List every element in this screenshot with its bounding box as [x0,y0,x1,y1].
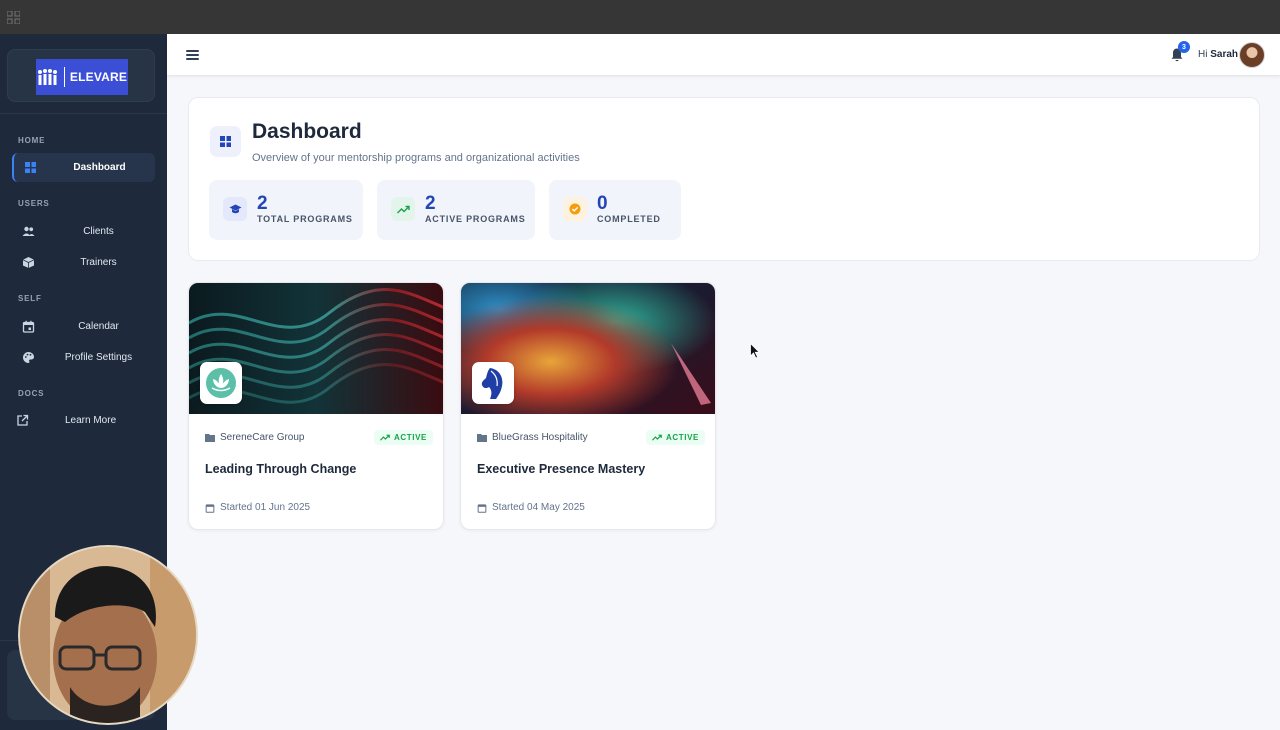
program-organization: BlueGrass Hospitality [477,432,588,443]
page-title: Dashboard [252,120,362,143]
program-start-date: Started 01 Jun 2025 [205,502,310,513]
organization-name: BlueGrass Hospitality [492,432,588,443]
sidebar-item-label: Dashboard [73,162,126,173]
webcam-person-image [20,547,196,723]
box-icon [22,257,35,268]
trending-up-icon [391,197,415,221]
program-title: Leading Through Change [205,462,357,476]
trending-up-icon [652,434,662,441]
user-name: Sarah [1210,49,1239,60]
users-icon [22,226,35,236]
dashboard-icon [25,162,36,173]
stat-value: 0 [597,193,608,214]
status-badge: ACTIVE [646,430,705,445]
section-label-self: SELF [18,294,42,303]
stat-label: TOTAL PROGRAMS [257,214,353,224]
sidebar-item-profile-settings[interactable]: Profile Settings [12,343,155,372]
status-badge: ACTIVE [374,430,433,445]
palette-icon [23,352,34,363]
calendar-icon [205,503,215,513]
sidebar-item-learn-more[interactable]: Learn More [12,406,155,435]
program-start-date: Started 04 May 2025 [477,502,585,513]
status-text: ACTIVE [394,433,427,442]
program-card[interactable]: SereneCare Group ACTIVE Leading Through … [188,282,444,530]
external-link-icon [17,414,29,426]
calendar-icon [477,503,487,513]
stat-value: 2 [257,193,268,214]
user-greeting: Hi Sarah [1198,49,1238,60]
os-top-bar [0,0,1280,34]
check-circle-icon [563,197,587,221]
stat-value: 2 [425,193,436,214]
logo-card[interactable]: ELEVARE [7,49,155,102]
lotus-icon [200,362,242,404]
stat-completed: 0 COMPLETED [549,180,681,240]
top-header: 3 Hi Sarah [167,34,1280,76]
organization-name: SereneCare Group [220,432,305,443]
trending-up-icon [380,434,390,441]
user-avatar[interactable] [1239,42,1265,68]
folder-icon [477,434,487,442]
start-date-text: Started 04 May 2025 [492,502,585,513]
section-label-users: USERS [18,199,50,208]
calendar-icon [22,320,35,333]
sidebar-item-dashboard[interactable]: Dashboard [12,153,155,182]
sidebar-item-clients[interactable]: Clients [12,217,155,246]
stat-total-programs: 2 TOTAL PROGRAMS [209,180,363,240]
brand-name: ELEVARE [69,70,128,84]
greeting-prefix: Hi [1198,49,1208,60]
people-logo-icon [37,69,57,85]
dashboard-icon [210,126,241,157]
stat-active-programs: 2 ACTIVE PROGRAMS [377,180,535,240]
program-title: Executive Presence Mastery [477,462,646,476]
dashboard-overview-panel: Dashboard Overview of your mentorship pr… [188,97,1260,261]
start-date-text: Started 01 Jun 2025 [220,502,311,513]
sidebar-item-label: Profile Settings [64,352,133,363]
menu-toggle-icon[interactable] [186,50,199,60]
sidebar-item-label: Calendar [78,321,119,332]
horse-head-icon [472,362,514,404]
stat-label: COMPLETED [597,214,661,224]
stat-label: ACTIVE PROGRAMS [425,214,526,224]
sidebar-item-label: Clients [83,226,114,237]
section-label-docs: DOCS [18,389,45,398]
program-organization: SereneCare Group [205,432,305,443]
webcam-overlay [20,547,196,723]
sidebar-item-calendar[interactable]: Calendar [12,312,155,341]
sidebar-item-label: Learn More [65,415,117,426]
mouse-cursor-icon [750,343,760,359]
folder-icon [205,434,215,442]
section-label-home: HOME [18,136,46,145]
apps-grid-icon[interactable] [7,11,20,24]
notification-count-badge: 3 [1178,41,1190,53]
program-card[interactable]: BlueGrass Hospitality ACTIVE Executive P… [460,282,716,530]
sidebar-item-trainers[interactable]: Trainers [12,248,155,277]
graduation-cap-icon [223,197,247,221]
brand-logo: ELEVARE [36,59,128,95]
sidebar-item-label: Trainers [80,257,117,268]
page-subtitle: Overview of your mentorship programs and… [252,152,580,164]
status-text: ACTIVE [666,433,699,442]
